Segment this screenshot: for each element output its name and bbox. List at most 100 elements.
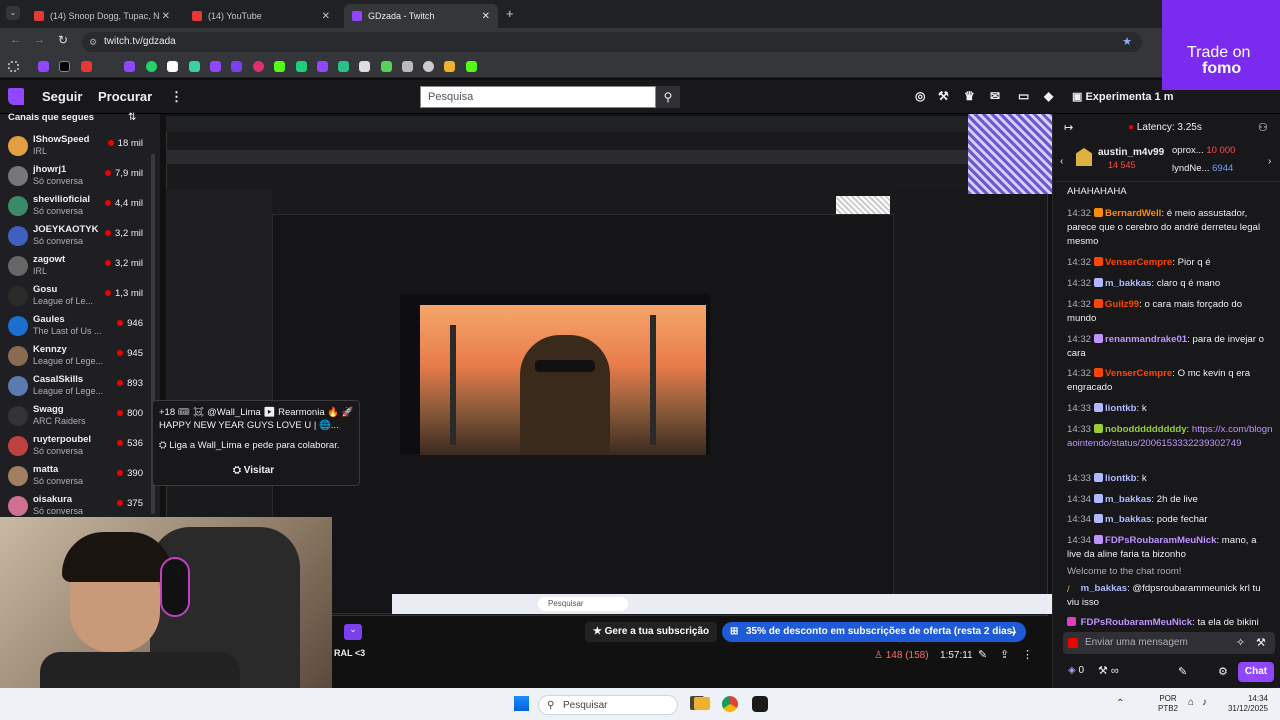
bookmark-whatsapp-icon[interactable] bbox=[146, 61, 157, 72]
search-icon[interactable]: ⚲ bbox=[656, 86, 680, 108]
bookmark-kick2-icon[interactable] bbox=[466, 61, 477, 72]
bookmark-twitch5-icon[interactable] bbox=[317, 61, 328, 72]
share-icon[interactable]: ⇪ bbox=[1000, 648, 1009, 661]
clock[interactable]: 14:34 31/12/2025 bbox=[1222, 694, 1268, 714]
tools-icon[interactable]: ⚒ bbox=[938, 89, 949, 103]
tab-youtube[interactable]: (14) YouTube ✕ bbox=[184, 4, 338, 28]
gift-discount-banner[interactable]: ⊞ 35% de desconto em subscrições de ofer… bbox=[722, 622, 1026, 642]
chrome-icon[interactable] bbox=[722, 696, 738, 712]
chat-username[interactable]: m_bakkas bbox=[1105, 494, 1151, 505]
visit-button[interactable]: ⛭ Visitar bbox=[233, 465, 274, 476]
bookmark-tiktok-icon[interactable] bbox=[167, 61, 178, 72]
collapse-chat-icon[interactable]: ↦ bbox=[1064, 121, 1073, 134]
address-bar[interactable]: ⚙ twitch.tv/gdzada ★ bbox=[82, 32, 1142, 52]
tab-snoop[interactable]: (14) Snoop Dogg, Tupac, N ✕ bbox=[26, 4, 178, 28]
chat-username[interactable]: renanmandrake01 bbox=[1105, 334, 1187, 345]
bookmark-link-icon[interactable] bbox=[189, 61, 200, 72]
file-explorer-icon[interactable] bbox=[694, 697, 710, 710]
chat-username[interactable]: FDPsRoubaramMeuNick bbox=[1105, 535, 1216, 546]
bookmark-n-icon[interactable] bbox=[381, 61, 392, 72]
language-indicator[interactable]: POR PTB2 bbox=[1158, 694, 1178, 714]
sidebar-channel[interactable]: Swagg ARC Raiders 800 bbox=[0, 402, 155, 432]
close-icon[interactable]: ✕ bbox=[162, 11, 170, 22]
sidebar-channel[interactable]: ruyterpoubel Só conversa 536 bbox=[0, 432, 155, 462]
nav-browse[interactable]: Procurar bbox=[98, 89, 152, 104]
taskbar-search[interactable]: ⚲ Pesquisar bbox=[538, 695, 678, 715]
more-options-icon[interactable]: ⋮ bbox=[1022, 648, 1033, 661]
bookmark-kick-icon[interactable] bbox=[274, 61, 285, 72]
bookmark-twitch-icon[interactable] bbox=[38, 61, 49, 72]
reload-icon[interactable]: ↻ bbox=[58, 33, 68, 47]
new-tab-button[interactable]: + bbox=[506, 6, 514, 21]
volume-icon[interactable]: ♪ bbox=[1202, 697, 1207, 708]
sidebar-channel[interactable]: matta Só conversa 390 bbox=[0, 462, 155, 492]
leaderboard-next-icon[interactable]: › bbox=[1268, 156, 1271, 167]
experiment-button[interactable]: ▣ Experimenta 1 m bbox=[1072, 90, 1174, 103]
sidebar-channel[interactable]: jhowrj1 Só conversa 7,9 mil bbox=[0, 162, 155, 192]
search-input[interactable]: Pesquisa bbox=[420, 86, 656, 108]
chat-username[interactable]: VenserCempre bbox=[1105, 368, 1172, 379]
chat-username[interactable]: BernardWell bbox=[1105, 208, 1161, 219]
network-icon[interactable]: ⌂ bbox=[1188, 697, 1194, 708]
bookmark-grid-icon[interactable] bbox=[402, 61, 413, 72]
tools-icon[interactable]: ⚒ bbox=[1256, 636, 1266, 649]
chat-username[interactable]: m_bakkas bbox=[1105, 514, 1151, 525]
start-windows-icon[interactable] bbox=[514, 696, 529, 711]
chat-username[interactable]: Guilz99 bbox=[1105, 299, 1139, 310]
gem-icon[interactable]: ◆ bbox=[1044, 89, 1053, 103]
tab-twitch[interactable]: GDzada - Twitch ✕ bbox=[344, 4, 498, 28]
sidebar-channel[interactable]: Gaules The Last of Us ... 946 bbox=[0, 312, 155, 342]
leaderboard-prev-icon[interactable]: ‹ bbox=[1060, 156, 1063, 167]
twitch-logo-icon[interactable] bbox=[8, 88, 24, 105]
app-icon[interactable] bbox=[752, 696, 768, 712]
more-menu-icon[interactable]: ⋮ bbox=[170, 89, 183, 105]
crown-icon[interactable]: ♛ bbox=[964, 89, 975, 103]
bookmark-twitch3-icon[interactable] bbox=[210, 61, 221, 72]
tab-search-button[interactable]: ⌄ bbox=[6, 6, 20, 20]
bookmark-twitch2-icon[interactable] bbox=[124, 61, 135, 72]
chat-username[interactable]: m_bakkas bbox=[1105, 278, 1151, 289]
chat-username[interactable]: VenserCempre bbox=[1105, 257, 1172, 268]
site-info-icon[interactable]: ⚙ bbox=[89, 32, 97, 52]
gift-subscription-button[interactable]: ★ Gere a tua subscrição bbox=[585, 622, 717, 642]
side-dropdown[interactable]: ⌄ bbox=[344, 624, 362, 640]
sidebar-channel[interactable]: IShowSpeed IRL 18 mil bbox=[0, 132, 155, 162]
tray-chevron-icon[interactable]: ⌃ bbox=[1116, 698, 1124, 709]
bookmark-drive-icon[interactable] bbox=[444, 61, 455, 72]
channel-points[interactable]: ◈ 0 bbox=[1068, 665, 1084, 676]
whispers-icon[interactable]: ▭ bbox=[1018, 89, 1029, 103]
nav-following[interactable]: Seguir bbox=[42, 89, 82, 104]
chat-username[interactable]: liontkb bbox=[1105, 403, 1136, 414]
chat-send-button[interactable]: Chat bbox=[1238, 662, 1274, 682]
settings-icon[interactable]: ⚙ bbox=[1218, 665, 1228, 678]
forward-icon[interactable]: → bbox=[34, 34, 45, 46]
chat-username[interactable]: liontkb bbox=[1105, 473, 1136, 484]
bookmark-globe-icon[interactable] bbox=[423, 61, 434, 72]
close-icon[interactable]: ✕ bbox=[322, 11, 330, 22]
sidebar-channel[interactable]: JOEYKAOTYK Só conversa 3,2 mil bbox=[0, 222, 155, 252]
bookmark-k2-icon[interactable] bbox=[296, 61, 307, 72]
chat-username[interactable]: nobodddddddddy bbox=[1105, 424, 1187, 435]
inbox-icon[interactable]: ✉ bbox=[990, 89, 1000, 103]
chevron-down-icon[interactable]: ⌄ bbox=[1010, 622, 1018, 642]
bookmark-x-icon[interactable] bbox=[59, 61, 70, 72]
bookmark-instagram-icon[interactable] bbox=[253, 61, 264, 72]
chat-users-icon[interactable]: ⚇ bbox=[1258, 121, 1268, 134]
collapse-sidebar-icon[interactable]: ⇅ bbox=[128, 112, 136, 123]
sidebar-channel[interactable]: zagowt IRL 3,2 mil bbox=[0, 252, 155, 282]
sidebar-channel[interactable]: Gosu League of Le... 1,3 mil bbox=[0, 282, 155, 312]
close-icon[interactable]: ✕ bbox=[482, 11, 490, 22]
edit-icon[interactable]: ✎ bbox=[978, 648, 987, 661]
bookmark-star-icon[interactable]: ★ bbox=[1122, 32, 1132, 52]
apps-grid-icon[interactable] bbox=[8, 61, 19, 72]
bookmark-k3-icon[interactable] bbox=[338, 61, 349, 72]
sidebar-channel[interactable]: shevilioficial Só conversa 4,4 mil bbox=[0, 192, 155, 222]
prime-icon[interactable]: ◎ bbox=[915, 89, 925, 103]
sidebar-channel[interactable]: Kennzy League of Lege... 945 bbox=[0, 342, 155, 372]
back-icon[interactable]: ← bbox=[10, 34, 21, 46]
bookmark-youtube-icon[interactable] bbox=[81, 61, 92, 72]
pen-icon[interactable]: ✎ bbox=[1178, 665, 1187, 678]
fomo-ad[interactable]: Trade on fomo bbox=[1162, 0, 1280, 90]
sidebar-channel[interactable]: CasalSkills League of Lege... 893 bbox=[0, 372, 155, 402]
emote-picker-icon[interactable]: ✧ bbox=[1236, 636, 1245, 649]
